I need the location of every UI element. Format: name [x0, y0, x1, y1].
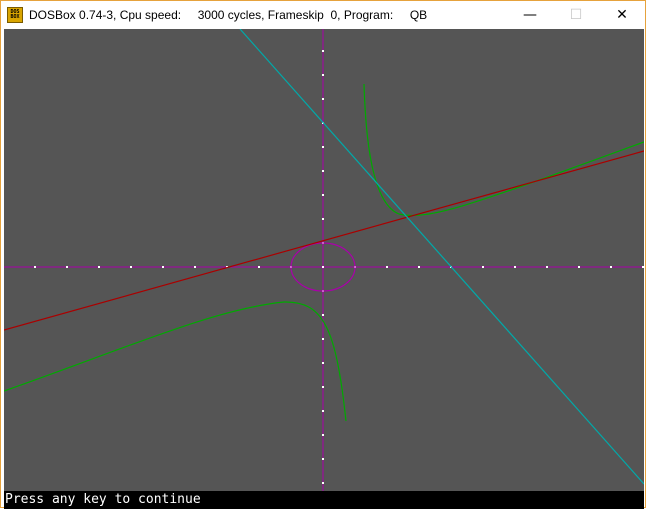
y-tick-mark — [322, 194, 324, 196]
y-tick-mark — [322, 314, 324, 316]
x-tick-mark — [482, 266, 484, 268]
x-tick-mark — [34, 266, 36, 268]
x-tick-mark — [642, 266, 644, 268]
x-tick-mark — [66, 266, 68, 268]
x-tick-mark — [386, 266, 388, 268]
close-button[interactable]: ✕ — [599, 1, 645, 29]
hyperbola-upper-branch — [363, 83, 644, 217]
cyan-line — [239, 29, 644, 485]
y-tick-mark — [322, 218, 324, 220]
status-line: Press any key to continue — [4, 491, 644, 509]
y-tick-mark — [322, 386, 324, 388]
x-tick-mark — [418, 266, 420, 268]
x-tick-mark — [194, 266, 196, 268]
y-tick-mark — [322, 170, 324, 172]
maximize-button[interactable]: ☐ — [553, 1, 599, 29]
x-tick-mark — [578, 266, 580, 268]
window-controls: — ☐ ✕ — [507, 1, 645, 29]
title-bar[interactable]: DOS BOX DOSBox 0.74-3, Cpu speed: 3000 c… — [1, 1, 645, 29]
y-tick-mark — [322, 458, 324, 460]
dosbox-app-icon[interactable]: DOS BOX — [7, 7, 23, 23]
x-tick-mark — [98, 266, 100, 268]
x-tick-mark — [514, 266, 516, 268]
y-tick-mark — [322, 362, 324, 364]
y-tick-mark — [322, 146, 324, 148]
red-line — [4, 150, 644, 331]
window-title: DOSBox 0.74-3, Cpu speed: 3000 cycles, F… — [29, 8, 428, 22]
x-tick-mark — [162, 266, 164, 268]
y-tick-mark — [322, 98, 324, 100]
icon-text-line-2: BOX — [10, 14, 20, 20]
y-tick-mark — [322, 338, 324, 340]
graphics-canvas — [4, 29, 644, 491]
minimize-button[interactable]: — — [507, 1, 553, 29]
hyperbola-lower-branch — [4, 301, 347, 422]
y-tick-mark — [322, 50, 324, 52]
y-tick-mark — [322, 266, 324, 268]
y-tick-mark — [322, 74, 324, 76]
dosbox-window: DOS BOX DOSBox 0.74-3, Cpu speed: 3000 c… — [0, 0, 646, 509]
dos-screen[interactable]: Press any key to continue — [4, 29, 644, 509]
y-tick-mark — [322, 410, 324, 412]
x-tick-mark — [258, 266, 260, 268]
x-tick-mark — [130, 266, 132, 268]
y-tick-mark — [322, 482, 324, 484]
press-any-key-text: Press any key to continue — [5, 492, 201, 507]
x-tick-mark — [546, 266, 548, 268]
y-tick-mark — [322, 434, 324, 436]
x-tick-mark — [610, 266, 612, 268]
